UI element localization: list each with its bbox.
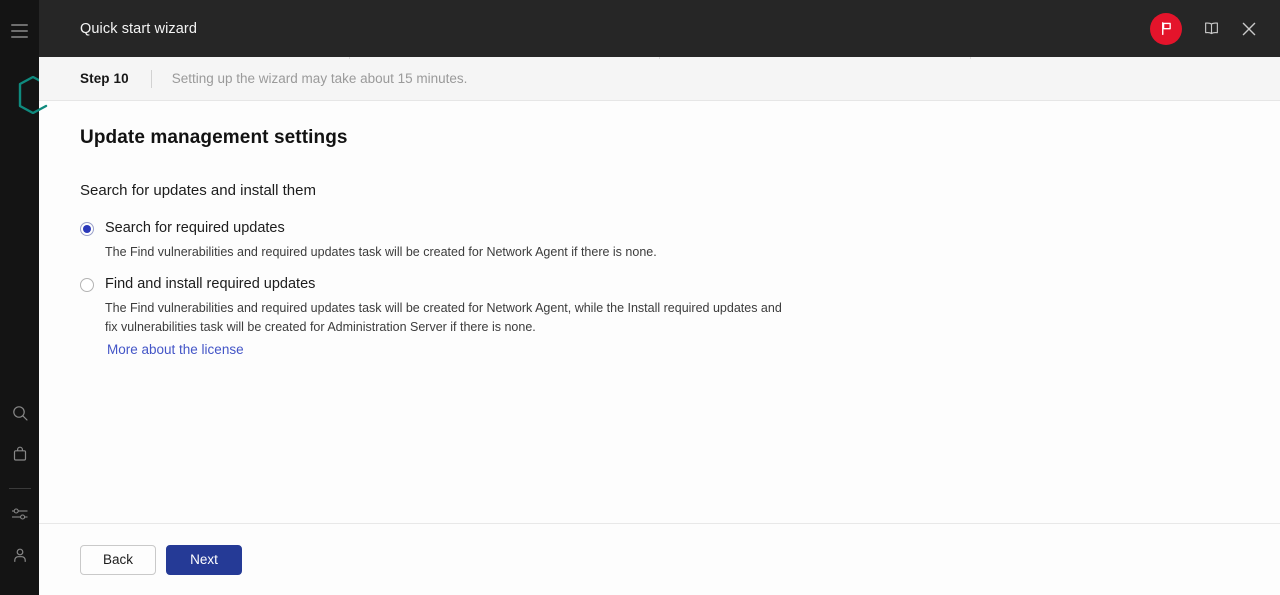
user-icon <box>13 548 26 562</box>
notifications-flag-button[interactable] <box>1150 12 1182 45</box>
briefcase-icon <box>13 446 26 461</box>
step-number-label: Step 10 <box>80 71 129 86</box>
wizard-header: Quick start wizard <box>39 0 1280 57</box>
radio-find-and-install-required-updates[interactable]: Find and install required updates <box>80 275 1239 295</box>
hamburger-bar <box>11 24 28 26</box>
sidebar-item-settings[interactable] <box>0 501 39 527</box>
step-bar: Step 10 Setting up the wizard may take a… <box>39 57 1280 101</box>
radio-label: Find and install required updates <box>105 276 316 293</box>
step-segment <box>660 57 971 59</box>
wizard-title: Quick start wizard <box>80 20 198 37</box>
back-button[interactable]: Back <box>80 544 156 575</box>
step-progress-indicator <box>39 57 1280 59</box>
book-icon <box>1204 22 1218 35</box>
sidebar-item-account[interactable] <box>0 542 39 568</box>
sidebar-item-marketplace[interactable] <box>0 441 39 467</box>
next-button[interactable]: Next <box>166 544 242 575</box>
step-segment <box>971 57 1280 59</box>
radio-indicator <box>80 222 94 236</box>
section-title: Search for updates and install them <box>80 182 316 199</box>
app-root: Quick start wizard Step 10 Setting up th… <box>0 0 1280 595</box>
page-title: Update management settings <box>80 127 348 148</box>
help-docs-button[interactable] <box>1196 14 1226 44</box>
global-sidebar <box>0 0 48 595</box>
step-segment <box>350 57 660 59</box>
wizard-content: Update management settings Search for up… <box>39 101 1280 523</box>
header-actions <box>1150 12 1264 45</box>
radio-label: Search for required updates <box>105 220 285 236</box>
step-separator <box>150 69 152 88</box>
wizard-panel: Quick start wizard Step 10 Setting up th… <box>39 0 1280 595</box>
more-about-license-link[interactable]: More about the license <box>107 342 244 357</box>
hamburger-bar <box>11 30 28 32</box>
radio-description: The Find vulnerabilities and required up… <box>105 300 782 334</box>
update-mode-radio-group: Search for required updates The Find vul… <box>80 219 1239 359</box>
search-icon <box>12 406 28 421</box>
sidebar-item-search[interactable] <box>0 400 39 426</box>
sliders-icon <box>11 508 27 520</box>
step-duration-note: Setting up the wizard may take about 15 … <box>171 71 468 86</box>
sidebar-divider <box>9 488 31 489</box>
step-segment <box>39 57 350 59</box>
hamburger-menu-icon[interactable] <box>0 22 39 40</box>
flag-icon <box>1161 22 1171 36</box>
radio-indicator <box>80 278 94 293</box>
radio-search-required-updates[interactable]: Search for required updates <box>80 219 1239 239</box>
close-wizard-button[interactable] <box>1234 14 1264 44</box>
radio-option-block: Search for required updates The Find vul… <box>80 219 1239 261</box>
wizard-footer: Back Next <box>39 523 1280 595</box>
radio-description: The Find vulnerabilities and required up… <box>105 244 657 259</box>
close-icon <box>1242 22 1256 35</box>
hamburger-bar <box>11 36 28 38</box>
radio-option-block: Find and install required updates The Fi… <box>80 275 1239 359</box>
